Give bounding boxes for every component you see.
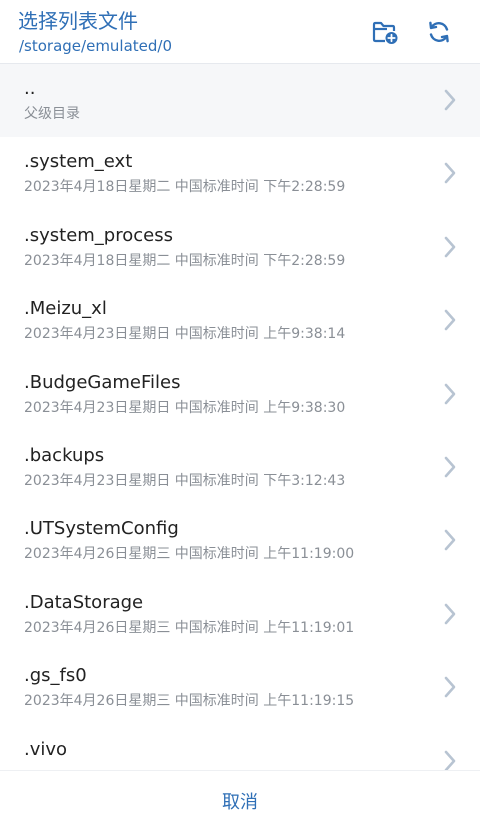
chevron-right-icon — [444, 750, 456, 770]
list-item-name: .backups — [24, 444, 105, 466]
list-item[interactable]: .gs_fs0 2023年4月26日星期三 中国标准时间 上午11:19:15 — [0, 651, 480, 725]
chevron-right-icon — [444, 236, 456, 258]
refresh-icon — [429, 21, 449, 43]
new-folder-button[interactable] — [367, 14, 403, 50]
list-item-parent-directory[interactable]: .. 父级目录 — [0, 64, 480, 138]
list-item-date: 2023年4月26日星期三 中国标准时间 上午11:19:00 — [24, 546, 355, 563]
list-item-date: 2023年4月23日星期日 中国标准时间 下午3:12:43 — [24, 472, 346, 489]
cancel-button[interactable]: 取消 — [0, 771, 480, 829]
current-path: /storage/emulated/0 — [19, 37, 173, 55]
chevron-right-icon — [444, 89, 456, 111]
chevron-right-icon — [444, 676, 456, 698]
footer: 取消 — [0, 770, 480, 829]
list-item-name: .vivo — [24, 738, 68, 760]
list-item-name: .system_process — [24, 224, 173, 246]
list-item-date: 2023年4月18日星期二 中国标准时间 下午2:28:59 — [24, 252, 346, 269]
list-item-date: 2023年4月23日星期日 中国标准时间 上午9:38:14 — [24, 326, 346, 343]
list-item[interactable]: .backups 2023年4月23日星期日 中国标准时间 下午3:12:43 — [0, 430, 480, 505]
list-item-name: .UTSystemConfig — [24, 518, 179, 540]
list-item-name: .Meizu_xl — [24, 298, 107, 320]
chevron-right-icon — [444, 603, 456, 625]
chevron-right-icon — [444, 383, 456, 404]
list-item-name: .system_ext — [24, 151, 133, 173]
list-item[interactable]: .BudgeGameFiles 2023年4月23日星期日 中国标准时间 上午9… — [0, 357, 480, 431]
chevron-right-icon — [444, 456, 456, 478]
refresh-button[interactable] — [421, 14, 457, 50]
list-item-name: .BudgeGameFiles — [24, 371, 181, 393]
list-item-date: 2023年4月26日星期三 中国标准时间 上午11:19:01 — [24, 619, 355, 636]
list-item-date: 2023年4月26日星期三 中国标准时间 上午11:19:15 — [24, 693, 355, 710]
list-item-subtitle: 父级目录 — [24, 106, 80, 122]
list-item[interactable]: .Meizu_xl 2023年4月23日星期日 中国标准时间 上午9:38:14 — [0, 284, 480, 358]
list-item-name: .gs_fs0 — [24, 665, 87, 687]
chevron-right-icon — [444, 309, 456, 331]
page-title: 选择列表文件 — [18, 9, 138, 33]
list-item[interactable]: .system_process 2023年4月18日星期二 中国标准时间 下午2… — [0, 210, 480, 285]
list-item[interactable]: .system_ext 2023年4月18日星期二 中国标准时间 下午2:28:… — [0, 137, 480, 211]
list-item-date: 2023年4月23日星期日 中国标准时间 上午9:38:30 — [24, 399, 346, 416]
file-picker-screen: 选择列表文件 /storage/emulated/0 .. 父级目录 .syst… — [0, 0, 480, 829]
list-item-date: 2023年4月18日星期二 中国标准时间 下午2:28:59 — [24, 179, 346, 196]
file-list: .. 父级目录 .system_ext 2023年4月18日星期二 中国标准时间… — [0, 64, 480, 770]
list-item-name: .DataStorage — [24, 591, 144, 613]
list-item[interactable]: .UTSystemConfig 2023年4月26日星期三 中国标准时间 上午1… — [0, 504, 480, 578]
chevron-right-icon — [444, 163, 456, 184]
new-folder-icon — [372, 21, 398, 44]
list-item[interactable]: .DataStorage 2023年4月26日星期三 中国标准时间 上午11:1… — [0, 577, 480, 652]
chevron-right-icon — [444, 530, 456, 551]
header: 选择列表文件 /storage/emulated/0 — [0, 0, 480, 64]
list-item[interactable]: .vivo — [0, 724, 480, 770]
list-item-name: .. — [24, 78, 36, 99]
